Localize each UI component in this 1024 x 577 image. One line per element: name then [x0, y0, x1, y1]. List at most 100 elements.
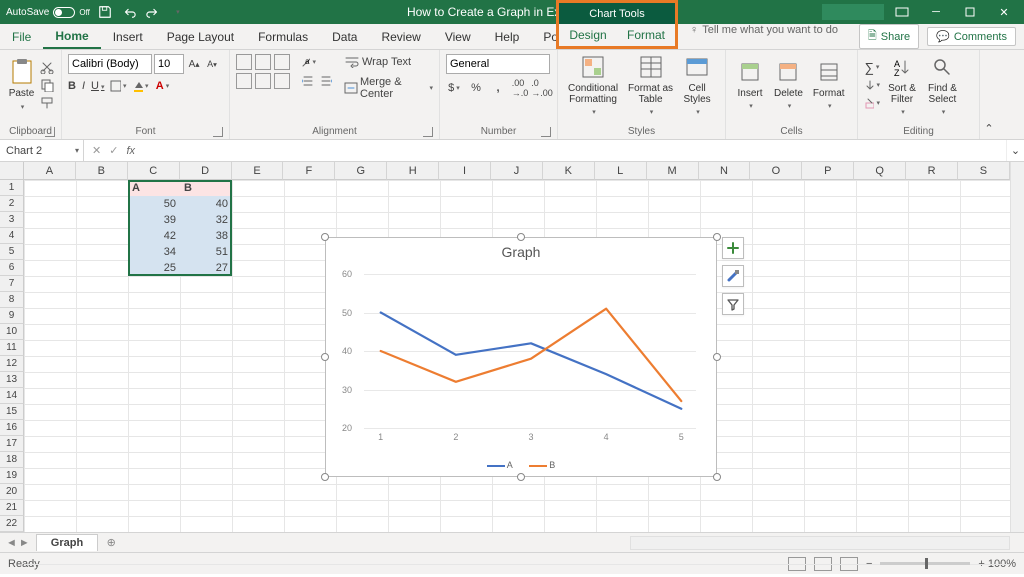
- tab-design[interactable]: Design: [559, 24, 617, 46]
- formula-input[interactable]: [143, 140, 1006, 161]
- row-header[interactable]: 14: [0, 388, 24, 404]
- column-header[interactable]: H: [387, 162, 439, 180]
- row-header[interactable]: 11: [0, 340, 24, 356]
- column-header[interactable]: E: [232, 162, 284, 180]
- row-header[interactable]: 4: [0, 228, 24, 244]
- expand-formula-bar-icon[interactable]: ⌄: [1006, 140, 1024, 161]
- column-header[interactable]: Q: [854, 162, 906, 180]
- percent-format-icon[interactable]: %: [468, 80, 484, 96]
- insert-cells-button[interactable]: Insert: [732, 58, 768, 112]
- underline-button[interactable]: U: [91, 80, 104, 92]
- redo-icon[interactable]: [144, 3, 162, 21]
- number-format-select[interactable]: [446, 54, 550, 74]
- collapse-ribbon-icon[interactable]: ⌃: [980, 50, 998, 139]
- copy-icon[interactable]: [39, 77, 55, 93]
- chart-legend[interactable]: A B: [326, 460, 716, 470]
- row-header[interactable]: 17: [0, 436, 24, 452]
- minimize-icon[interactable]: ─: [920, 0, 952, 24]
- row-header[interactable]: 8: [0, 292, 24, 308]
- font-color-icon[interactable]: A: [154, 78, 170, 94]
- column-header[interactable]: N: [699, 162, 751, 180]
- row-header[interactable]: 2: [0, 196, 24, 212]
- maximize-icon[interactable]: [954, 0, 986, 24]
- column-header[interactable]: I: [439, 162, 491, 180]
- fill-icon[interactable]: [864, 77, 880, 93]
- chart-filters-button[interactable]: [722, 293, 744, 315]
- row-header[interactable]: 22: [0, 516, 24, 532]
- cell-styles-button[interactable]: Cell Styles: [679, 53, 715, 118]
- tab-data[interactable]: Data: [320, 24, 369, 49]
- number-dialog-launcher[interactable]: [541, 127, 551, 137]
- conditional-formatting-button[interactable]: Conditional Formatting: [564, 53, 622, 118]
- format-as-table-button[interactable]: Format as Table: [624, 53, 677, 118]
- orientation-icon[interactable]: ab: [300, 54, 316, 70]
- tab-home[interactable]: Home: [43, 24, 100, 49]
- increase-indent-icon[interactable]: [318, 73, 334, 89]
- delete-cells-button[interactable]: Delete: [770, 58, 807, 112]
- row-header[interactable]: 21: [0, 500, 24, 516]
- tab-format[interactable]: Format: [617, 24, 675, 46]
- format-painter-icon[interactable]: [39, 95, 55, 111]
- autosave-toggle[interactable]: AutoSave Off: [6, 7, 90, 18]
- column-header[interactable]: K: [543, 162, 595, 180]
- cancel-formula-icon[interactable]: ✕: [92, 144, 101, 157]
- font-name-select[interactable]: [68, 54, 152, 74]
- row-header[interactable]: 6: [0, 260, 24, 276]
- sheet-nav-prev-icon[interactable]: ◄: [6, 537, 17, 549]
- bold-button[interactable]: B: [68, 80, 76, 92]
- wrap-text-button[interactable]: Wrap Text: [344, 54, 433, 70]
- chart-object[interactable]: Graph 203040506012345 A B: [325, 237, 717, 477]
- close-icon[interactable]: ✕: [988, 0, 1020, 24]
- chart-plot-area[interactable]: 203040506012345: [364, 274, 696, 426]
- tab-review[interactable]: Review: [369, 24, 432, 49]
- enter-formula-icon[interactable]: ✓: [109, 144, 118, 157]
- decrease-decimal-icon[interactable]: .0→.00: [534, 80, 550, 96]
- merge-center-button[interactable]: Merge & Center: [344, 76, 433, 100]
- alignment-dialog-launcher[interactable]: [423, 127, 433, 137]
- column-header[interactable]: D: [180, 162, 232, 180]
- increase-font-icon[interactable]: A▴: [186, 56, 202, 72]
- column-header[interactable]: J: [491, 162, 543, 180]
- sheet-tab-graph[interactable]: Graph: [36, 534, 98, 551]
- column-header[interactable]: P: [802, 162, 854, 180]
- row-header[interactable]: 7: [0, 276, 24, 292]
- find-select-button[interactable]: Find & Select: [924, 53, 961, 118]
- vertical-scrollbar[interactable]: [1010, 162, 1024, 532]
- column-header[interactable]: S: [958, 162, 1010, 180]
- column-header[interactable]: O: [750, 162, 802, 180]
- clear-icon[interactable]: [864, 95, 880, 111]
- row-header[interactable]: 16: [0, 420, 24, 436]
- borders-icon[interactable]: [110, 78, 126, 94]
- sort-filter-button[interactable]: AZSort & Filter: [884, 53, 920, 118]
- accounting-format-icon[interactable]: $: [446, 80, 462, 96]
- column-header[interactable]: M: [647, 162, 699, 180]
- increase-decimal-icon[interactable]: .00→.0: [512, 80, 528, 96]
- cut-icon[interactable]: [39, 59, 55, 75]
- row-header[interactable]: 19: [0, 468, 24, 484]
- row-header[interactable]: 12: [0, 356, 24, 372]
- chart-title[interactable]: Graph: [326, 244, 716, 260]
- tab-file[interactable]: File: [0, 24, 43, 49]
- format-cells-button[interactable]: Format: [809, 58, 849, 112]
- clipboard-dialog-launcher[interactable]: [45, 127, 55, 137]
- tab-page-layout[interactable]: Page Layout: [155, 24, 246, 49]
- name-box[interactable]: Chart 2: [0, 140, 84, 161]
- horizontal-scrollbar[interactable]: [630, 536, 1010, 550]
- font-size-select[interactable]: [154, 54, 184, 74]
- sheet-nav-next-icon[interactable]: ►: [19, 537, 30, 549]
- row-header[interactable]: 13: [0, 372, 24, 388]
- tab-insert[interactable]: Insert: [101, 24, 155, 49]
- account-placeholder[interactable]: [822, 4, 884, 20]
- tab-formulas[interactable]: Formulas: [246, 24, 320, 49]
- row-header[interactable]: 10: [0, 324, 24, 340]
- chart-styles-button[interactable]: [722, 265, 744, 287]
- row-header[interactable]: 1: [0, 180, 24, 196]
- italic-button[interactable]: I: [82, 80, 85, 92]
- save-icon[interactable]: [96, 3, 114, 21]
- column-header[interactable]: B: [76, 162, 128, 180]
- comments-button[interactable]: 💬Comments: [927, 27, 1016, 46]
- column-header[interactable]: C: [128, 162, 180, 180]
- fx-icon[interactable]: fx: [126, 145, 135, 157]
- share-button[interactable]: 🗎Share: [859, 24, 919, 49]
- tab-view[interactable]: View: [433, 24, 483, 49]
